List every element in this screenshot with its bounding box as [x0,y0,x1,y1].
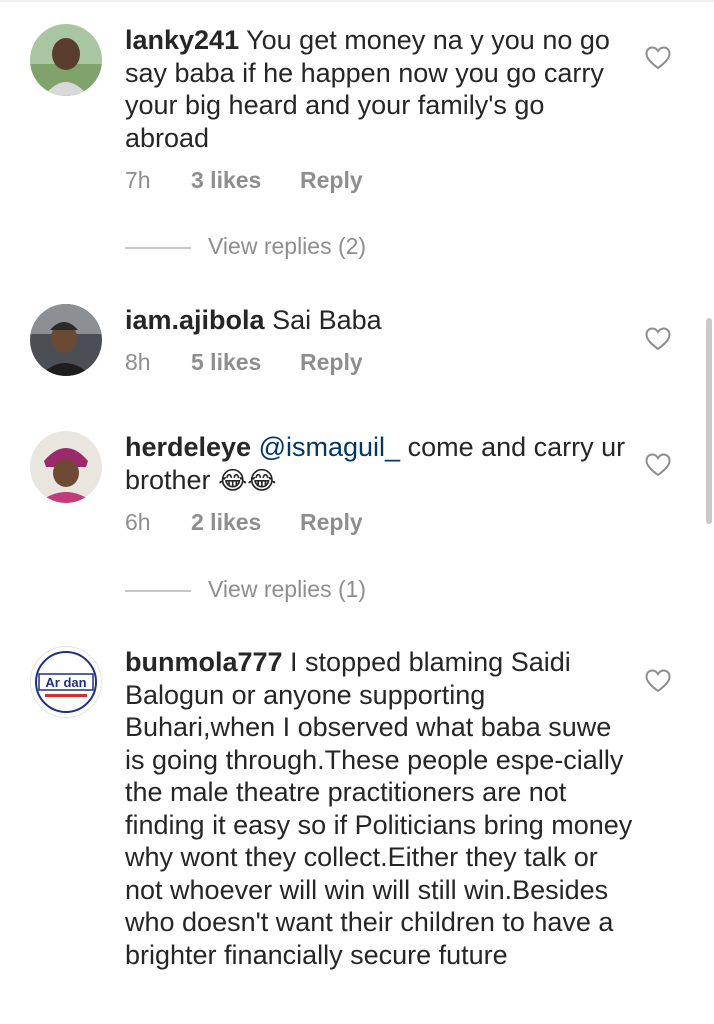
comment-time: 7h [125,167,151,193]
likes-count[interactable]: 3 likes [191,167,300,194]
comment-time: 6h [125,509,151,535]
avatar-logo: Ar dan [31,647,101,717]
comment-text: iam.ajibola Sai Baba [125,304,635,337]
comment-time: 8h [125,349,151,375]
avatar-image [30,431,102,503]
heart-outline-icon[interactable] [645,327,671,351]
mention-link[interactable]: @ismaguil_ [259,432,400,462]
avatar-image [30,304,102,376]
likes-count[interactable]: 2 likes [191,509,300,536]
replies-divider-line [125,590,191,592]
heart-outline-icon[interactable] [645,669,671,693]
top-divider [0,0,714,2]
scrollbar[interactable] [706,318,712,524]
comment-username[interactable]: iam.ajibola [125,305,265,335]
view-replies-label: View replies (1) [208,576,367,602]
comment-username[interactable]: herdeleye [125,432,251,462]
comments-screen: lanky241 You get money na y you no go sa… [0,0,714,1024]
view-replies-label: View replies (2) [208,233,367,259]
comment-body: Sai Baba [264,305,382,335]
reply-button[interactable]: Reply [300,349,363,376]
avatar-logo-text: Ar dan [45,675,86,690]
replies-divider-line [125,247,191,249]
view-replies-button[interactable]: View replies (2) [125,233,425,263]
comment-meta: 6h 2 likes Reply [125,509,363,536]
comment-body: I stopped blaming Saidi Balogun or anyon… [125,647,633,970]
avatar[interactable] [30,431,102,503]
avatar[interactable] [30,304,102,376]
reply-button[interactable]: Reply [300,167,363,194]
comment-username[interactable]: bunmola777 [125,647,283,677]
comment-text: lanky241 You get money na y you no go sa… [125,24,635,154]
comment-text: bunmola777 I stopped blaming Saidi Balog… [125,646,635,971]
reply-button[interactable]: Reply [300,509,363,536]
heart-outline-icon[interactable] [645,46,671,70]
avatar[interactable]: Ar dan [30,646,102,718]
view-replies-button[interactable]: View replies (1) [125,576,425,606]
comment-text: herdeleye @ismaguil_ come and carry ur b… [125,431,635,497]
comment-meta: 8h 5 likes Reply [125,349,363,376]
avatar[interactable] [30,24,102,96]
likes-count[interactable]: 5 likes [191,349,300,376]
comment-meta: 7h 3 likes Reply [125,167,363,194]
avatar-image [30,24,102,96]
laughing-emoji: 😂😂 [218,466,277,495]
heart-outline-icon[interactable] [645,453,671,477]
comment-username[interactable]: lanky241 [125,25,239,55]
